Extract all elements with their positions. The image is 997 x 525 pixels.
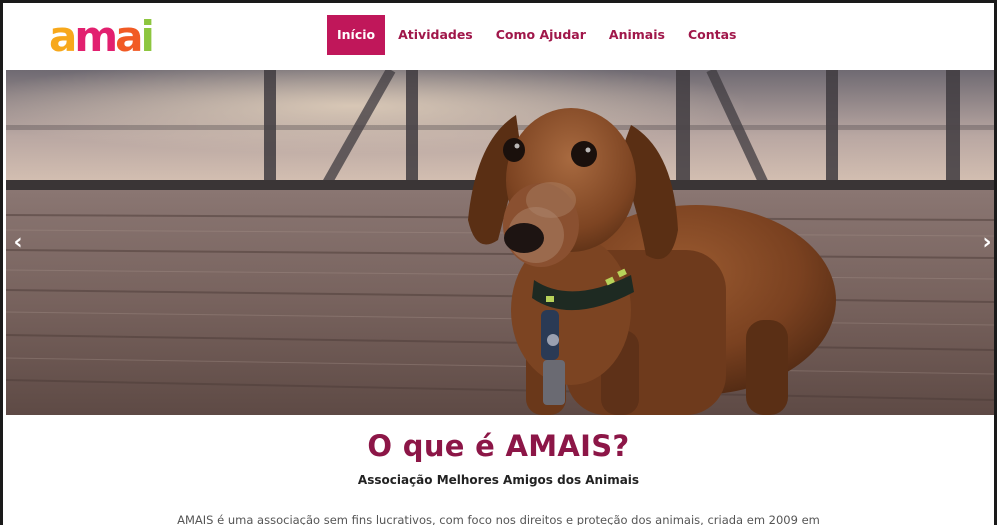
browser-frame: amais Início Atividades Como Ajudar Anim… (0, 0, 997, 525)
intro-description: AMAIS é uma associação sem fins lucrativ… (177, 513, 820, 525)
page-subtitle: Associação Melhores Amigos dos Animais (357, 473, 640, 487)
nav-item-contas[interactable]: Contas (678, 15, 747, 55)
nav-item-atividades[interactable]: Atividades (388, 15, 483, 55)
carousel-prev-arrow[interactable]: ‹ (8, 228, 28, 258)
nav-item-animais[interactable]: Animais (599, 15, 675, 55)
nav-item-como-ajudar[interactable]: Como Ajudar (486, 15, 596, 55)
logo-letter-a: a (49, 12, 77, 61)
logo-letter-i: i (140, 12, 155, 61)
amais-logo[interactable]: amais (49, 12, 159, 111)
site-header: amais Início Atividades Como Ajudar Anim… (3, 3, 994, 111)
logo-letter-m: m (74, 12, 118, 61)
hero-carousel: ‹ › (6, 70, 994, 415)
main-nav: Início Atividades Como Ajudar Animais Co… (327, 15, 749, 55)
intro-section: O que é AMAIS? Associação Melhores Amigo… (3, 415, 994, 525)
logo-letter-a2: a (115, 12, 143, 61)
page-title: O que é AMAIS? (367, 429, 630, 463)
hero-image-dog (6, 70, 994, 415)
nav-item-inicio[interactable]: Início (327, 15, 386, 55)
carousel-next-arrow[interactable]: › (977, 228, 994, 258)
